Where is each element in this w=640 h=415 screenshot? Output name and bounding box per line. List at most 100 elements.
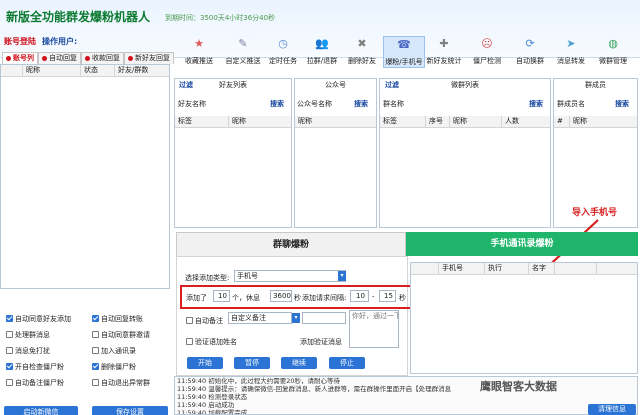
tab-auto-reply[interactable]: 自动回复 bbox=[38, 52, 81, 64]
column-header bbox=[555, 263, 597, 274]
toolbar-button-6[interactable]: ✚ 新好友统计 bbox=[423, 36, 465, 68]
column-header-nickname: 昵称 bbox=[573, 117, 587, 125]
red-dot-icon bbox=[85, 56, 90, 61]
checkbox-icon[interactable] bbox=[6, 379, 13, 386]
column-header-member-count: 人数 bbox=[505, 117, 519, 125]
column-header-nickname: 昵称 bbox=[450, 116, 502, 127]
members-table-header: # 昵称 bbox=[554, 116, 637, 128]
toolbar-label: 自动换群 bbox=[516, 57, 544, 65]
toolbar-button-1[interactable]: ✎ 自定义推送 bbox=[222, 36, 264, 68]
option-item[interactable]: 删除僵尸粉 bbox=[92, 362, 136, 372]
friend-name-label: 好友名称 bbox=[178, 100, 206, 108]
tab-group-fans[interactable]: 群聊爆粉 bbox=[176, 232, 406, 256]
toolbar-button-2[interactable]: ◷ 定时任务 bbox=[262, 36, 304, 68]
tab-payment-reply[interactable]: 收款回复 bbox=[81, 52, 124, 64]
option-label: 加入通讯录 bbox=[101, 347, 136, 355]
toolbar-button-9[interactable]: ➤ 消息转发 bbox=[550, 36, 592, 68]
toolbar-label: 微群管理 bbox=[599, 57, 627, 65]
option-item[interactable]: 开自检查僵尸粉 bbox=[6, 362, 64, 372]
toolbar-button-10[interactable]: ◍ 微群管理 bbox=[592, 36, 634, 68]
option-item[interactable]: 自动退出异常群 bbox=[92, 378, 150, 388]
option-label: 自动回复转账 bbox=[101, 315, 143, 323]
column-header-nickname: 昵称 bbox=[23, 65, 81, 76]
refresh-icon: ⟳ bbox=[525, 37, 535, 50]
tab-group-fans-label: 群聊爆粉 bbox=[272, 240, 309, 250]
rest-seconds-input[interactable]: 3600 bbox=[270, 290, 292, 302]
log-line: 11:59:40 启动成功 bbox=[177, 401, 235, 409]
checkbox-icon[interactable] bbox=[92, 315, 99, 322]
option-item[interactable]: 自动同意好友添加 bbox=[6, 314, 71, 324]
option-item[interactable]: 自动备注僵尸粉 bbox=[6, 378, 64, 388]
tab-new-friend-reply[interactable]: 新好友回复 bbox=[124, 52, 174, 64]
resume-button[interactable]: 继续 bbox=[281, 357, 317, 369]
add-count-input[interactable]: 10 bbox=[213, 290, 230, 302]
checkbox-icon[interactable] bbox=[6, 347, 13, 354]
checkbox-icon[interactable] bbox=[6, 315, 13, 322]
checkbox-icon[interactable] bbox=[92, 379, 99, 386]
friends-filter-link[interactable]: 过滤 bbox=[179, 80, 193, 90]
remark-input[interactable] bbox=[302, 312, 346, 324]
interval-max-input[interactable]: 15 bbox=[379, 290, 396, 302]
seconds-unit: 秒 bbox=[294, 294, 301, 302]
watermark-text: 鹰眼智客大数据 bbox=[480, 380, 557, 393]
toolbar-button-3[interactable]: 👥 拉群/退群 bbox=[301, 36, 343, 68]
option-label: 自动同意群邀请 bbox=[101, 331, 150, 339]
friends-table-header: 标签 昵称 bbox=[175, 116, 291, 128]
friends-search-link[interactable]: 搜索 bbox=[270, 99, 284, 109]
pause-button[interactable]: 暂停 bbox=[234, 357, 270, 369]
option-label: 消息免打扰 bbox=[15, 347, 50, 355]
toolbar-button-5[interactable]: ☎ 爆粉/手机号 bbox=[383, 36, 425, 68]
groups-search-link[interactable]: 搜索 bbox=[529, 99, 543, 109]
new-friend-icon: ✚ bbox=[439, 37, 449, 50]
tab-phone-fans[interactable]: 手机通讯录爆粉 bbox=[406, 232, 638, 256]
checkbox-icon[interactable] bbox=[92, 363, 99, 370]
star-icon: ★ bbox=[194, 37, 204, 50]
members-title: 群成员 bbox=[585, 81, 606, 89]
app-title: 新版全功能群发爆粉机器人 bbox=[6, 10, 151, 24]
officials-search-link[interactable]: 搜索 bbox=[354, 99, 368, 109]
column-header-index: 序号 bbox=[426, 116, 450, 127]
stop-button[interactable]: 停止 bbox=[329, 357, 365, 369]
checkbox-icon[interactable] bbox=[186, 338, 193, 345]
groups-filter-link[interactable]: 过滤 bbox=[385, 80, 399, 90]
option-item[interactable]: 自动同意群邀请 bbox=[92, 330, 150, 340]
members-search-link[interactable]: 搜索 bbox=[615, 99, 629, 109]
option-item[interactable]: 消息免打扰 bbox=[6, 346, 50, 356]
checkbox-icon[interactable] bbox=[6, 363, 13, 370]
save-settings-button[interactable]: 保存设置 bbox=[92, 406, 168, 415]
chevron-down-icon[interactable]: ▾ bbox=[292, 313, 300, 323]
toolbar-button-4[interactable]: ✖ 删除好友 bbox=[341, 36, 383, 68]
option-item[interactable]: 自动回复转账 bbox=[92, 314, 143, 324]
option-item[interactable]: 加入通讯录 bbox=[92, 346, 136, 356]
option-label: 自动同意好友添加 bbox=[15, 315, 71, 323]
remark-select[interactable]: 自定义备注 bbox=[228, 312, 292, 324]
option-label: 开自检查僵尸粉 bbox=[15, 363, 64, 371]
officials-table-header: 昵称 bbox=[295, 116, 376, 128]
checkbox-icon[interactable] bbox=[6, 331, 13, 338]
greeting-name-option[interactable]: 验证语加姓名 bbox=[186, 337, 237, 347]
column-header-execute: 执行 bbox=[485, 263, 529, 274]
add-type-value: 手机号 bbox=[237, 272, 258, 280]
auto-remark-option[interactable]: 自动备注 bbox=[186, 316, 223, 326]
tab-account-list[interactable]: 账号列 bbox=[2, 52, 38, 64]
add-type-select[interactable]: 手机号 bbox=[234, 270, 346, 282]
start-button[interactable]: 开始 bbox=[187, 357, 223, 369]
toolbar-button-0[interactable]: ★ 收藏推送 bbox=[178, 36, 220, 68]
column-header-tag: 标签 bbox=[175, 116, 229, 127]
checkbox-icon[interactable] bbox=[92, 347, 99, 354]
chevron-down-icon[interactable]: ▾ bbox=[338, 271, 346, 281]
interval-min-input[interactable]: 10 bbox=[350, 290, 369, 302]
toolbar-button-8[interactable]: ⟳ 自动换群 bbox=[509, 36, 551, 68]
face-icon: ☹ bbox=[481, 37, 493, 50]
clear-log-button[interactable]: 清理信息 bbox=[588, 404, 636, 415]
start-new-wechat-button[interactable]: 启动新微信 bbox=[4, 406, 78, 415]
toolbar-button-7[interactable]: ☹ 僵尸检测 bbox=[466, 36, 508, 68]
checkbox-icon[interactable] bbox=[92, 331, 99, 338]
option-item[interactable]: 处理群消息 bbox=[6, 330, 50, 340]
account-list-header: 昵称 状态 好友/群数 bbox=[1, 65, 169, 77]
account-login-link[interactable]: 账号登陆 bbox=[4, 36, 36, 47]
toolbar-label: 删除好友 bbox=[348, 57, 376, 65]
verify-message-input[interactable]: 你好，通过一下 bbox=[349, 310, 399, 348]
checkbox-icon[interactable] bbox=[186, 317, 193, 324]
column-header-hash: # bbox=[554, 116, 570, 127]
